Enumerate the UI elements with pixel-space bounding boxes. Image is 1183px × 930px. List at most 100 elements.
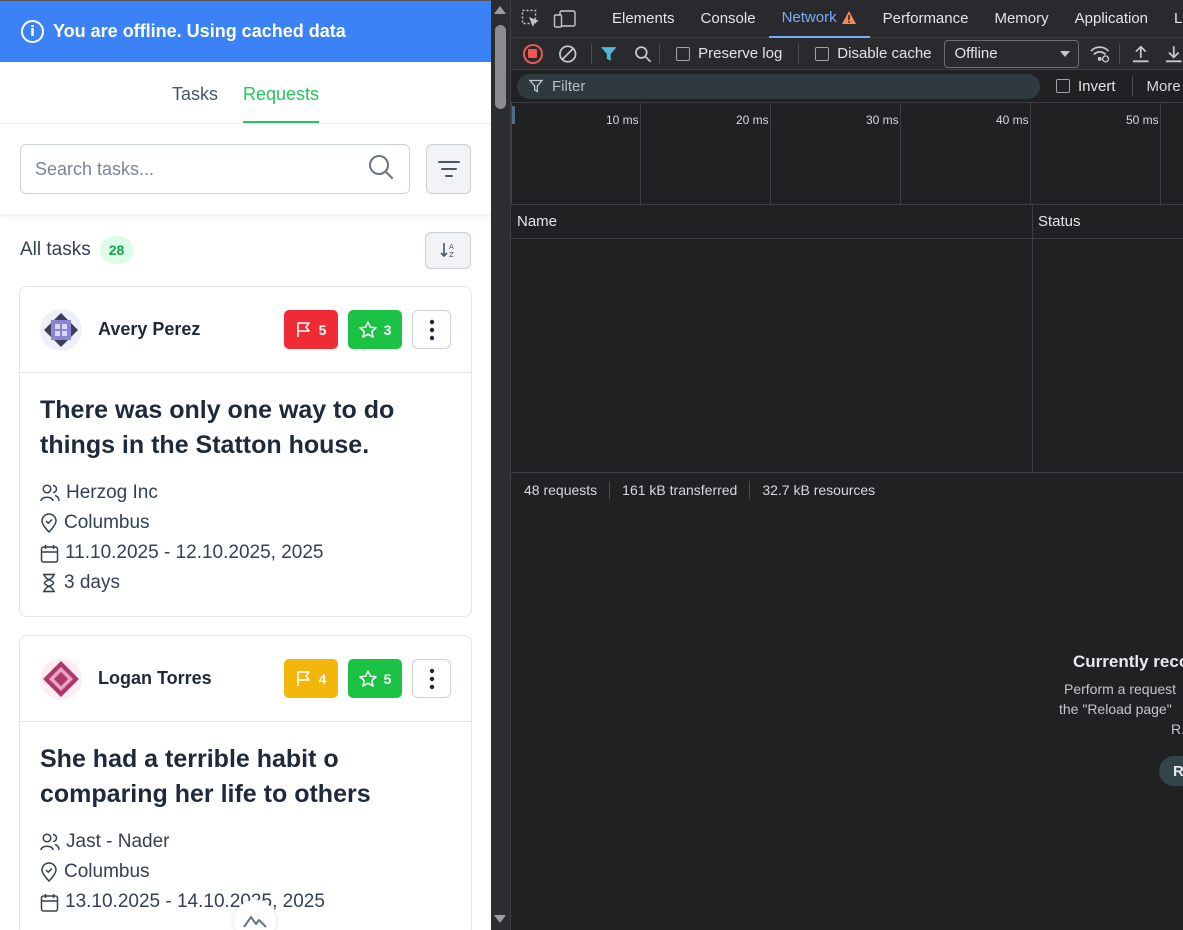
checkbox-box[interactable]	[1056, 79, 1070, 93]
page-scrollbar[interactable]	[491, 0, 510, 930]
recording-hint: Perform a request the "Reload page" R.	[1059, 679, 1183, 739]
rating-star-badge[interactable]: 3	[348, 310, 402, 349]
chevron-down-icon	[1060, 50, 1071, 57]
search-icon[interactable]	[367, 153, 395, 186]
task-duration: 3 days	[40, 568, 451, 598]
network-conditions-icon[interactable]	[1089, 45, 1110, 63]
column-header-status[interactable]: Status	[1033, 205, 1081, 238]
preserve-log-label: Preserve log	[698, 45, 783, 62]
tab-memory[interactable]: Memory	[981, 0, 1061, 38]
timeline-gridline	[900, 103, 901, 204]
task-card-header: Avery Perez 5 3	[20, 287, 471, 373]
device-mode-icon	[553, 9, 576, 28]
invert-checkbox[interactable]: Invert	[1056, 78, 1116, 95]
timeline-tick-label: 40 ms	[996, 113, 1029, 127]
location-pin-icon	[41, 862, 57, 882]
svg-text:A: A	[449, 243, 454, 251]
recording-hint-line: the "Reload page"	[1059, 701, 1172, 717]
task-title: She had a terrible habit o comparing her…	[40, 745, 371, 808]
network-toolbar: Preserve log Disable cache Offline	[511, 38, 1183, 70]
rating-star-badge[interactable]: 5	[348, 659, 402, 698]
upload-icon[interactable]	[1132, 44, 1150, 63]
network-timeline-overview[interactable]: 10 ms 20 ms 30 ms 40 ms 50 ms	[511, 103, 1183, 205]
timeline-gridline	[770, 103, 771, 204]
toolbar-divider	[798, 43, 800, 64]
more-filters-button[interactable]: More	[1147, 78, 1181, 95]
task-count-badge: 28	[99, 236, 134, 264]
toolbar-divider	[591, 43, 593, 64]
tab-application[interactable]: Application	[1062, 0, 1161, 38]
tab-overflow[interactable]: L	[1161, 0, 1183, 38]
throttling-value: Offline	[954, 45, 998, 62]
throttling-select[interactable]: Offline	[943, 39, 1080, 68]
offline-banner: i You are offline. Using cached data	[0, 1, 491, 62]
sort-button[interactable]: AZ	[425, 231, 471, 269]
info-icon: i	[21, 20, 44, 43]
column-header-name[interactable]: Name	[511, 205, 1033, 238]
priority-flag-badge[interactable]: 4	[284, 659, 338, 698]
filter-button[interactable]	[426, 144, 471, 194]
duration-text: 3 days	[64, 572, 120, 593]
task-card[interactable]: Avery Perez 5 3 There was only one way t…	[19, 286, 472, 617]
inspect-element-button[interactable]	[511, 0, 547, 38]
scrollbar-thumb[interactable]	[495, 25, 506, 109]
invert-label: Invert	[1078, 77, 1116, 95]
list-header: All tasks 28 AZ	[0, 214, 491, 286]
filter-funnel-icon[interactable]	[600, 45, 618, 63]
recording-title: Currently reco	[1073, 652, 1183, 671]
timeline-tick-label: 20 ms	[736, 113, 769, 127]
disable-cache-checkbox[interactable]: Disable cache	[815, 45, 932, 62]
tab-tasks[interactable]: Tasks	[172, 62, 218, 123]
sort-az-icon: AZ	[440, 243, 454, 259]
hourglass-icon	[43, 573, 55, 593]
task-title: There was only one way to do things in t…	[40, 396, 395, 459]
dates-text: 11.10.2025 - 12.10.2025, 2025	[65, 542, 324, 563]
priority-flag-badge[interactable]: 5	[284, 310, 338, 349]
tab-network-label: Network	[781, 9, 837, 26]
list-title-text: All tasks	[20, 239, 91, 260]
task-card[interactable]: Logan Torres 4 5 She had a terrible habi…	[19, 635, 472, 930]
filter-input[interactable]: Filter	[517, 73, 1040, 99]
task-app: i You are offline. Using cached data Tas…	[0, 0, 491, 930]
tab-elements[interactable]: Elements	[599, 0, 688, 38]
scroll-up-arrow-icon[interactable]	[494, 6, 506, 14]
task-card-body: She had a terrible habit o comparing her…	[20, 722, 471, 930]
requests-table-header: Name Status	[511, 205, 1183, 239]
offline-banner-text: You are offline. Using cached data	[53, 21, 346, 41]
tab-network[interactable]: Network	[768, 0, 870, 38]
preserve-log-checkbox[interactable]: Preserve log	[676, 45, 782, 62]
clear-icon[interactable]	[558, 44, 577, 64]
tab-performance[interactable]: Performance	[870, 0, 982, 38]
task-location: Columbus	[40, 857, 451, 887]
disable-cache-label: Disable cache	[837, 45, 932, 62]
more-options-button[interactable]	[412, 659, 451, 698]
download-icon[interactable]	[1165, 45, 1183, 63]
checkbox-box[interactable]	[815, 46, 830, 61]
tab-requests[interactable]: Requests	[242, 62, 320, 123]
filter-placeholder: Filter	[552, 77, 586, 95]
kebab-menu-icon	[429, 668, 434, 689]
users-icon	[40, 833, 60, 851]
reload-page-button[interactable]: R	[1159, 756, 1183, 786]
scroll-down-arrow-icon[interactable]	[494, 915, 506, 923]
checkbox-box[interactable]	[676, 46, 691, 61]
filter-lines-icon	[437, 161, 460, 177]
toolbar-divider	[659, 43, 661, 64]
tab-console[interactable]: Console	[688, 0, 769, 38]
search-input[interactable]	[35, 158, 335, 180]
task-card-header: Logan Torres 4 5	[20, 636, 471, 722]
summary-divider	[609, 481, 611, 499]
record-stop-icon[interactable]	[523, 43, 543, 64]
more-options-button[interactable]	[412, 310, 451, 349]
star-icon	[358, 321, 377, 338]
timeline-tick-label: 30 ms	[866, 113, 899, 127]
flag-count: 5	[318, 321, 327, 338]
calendar-icon	[40, 544, 59, 563]
task-card-body: There was only one way to do things in t…	[20, 373, 471, 616]
search-icon[interactable]	[634, 45, 652, 63]
name-column	[511, 239, 1033, 472]
star-count: 3	[383, 321, 392, 338]
device-toolbar-button[interactable]	[547, 0, 583, 38]
transferred-size: 161 kB transferred	[622, 482, 738, 498]
request-count: 48 requests	[524, 482, 598, 498]
